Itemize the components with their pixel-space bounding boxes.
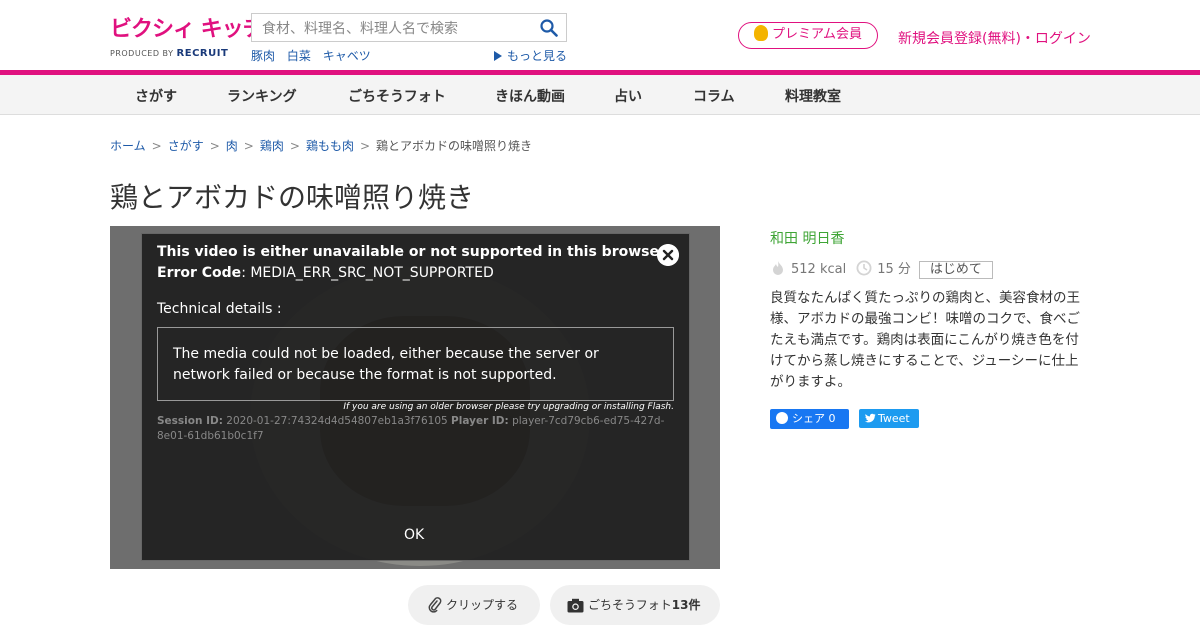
breadcrumb-home[interactable]: ホーム — [110, 139, 146, 153]
nav-item-fortune[interactable]: 占い — [614, 86, 642, 106]
more-label: もっと見る — [507, 49, 568, 63]
twitter-bird-icon — [865, 413, 876, 423]
logo-brand: RECRUIT — [176, 48, 229, 59]
play-triangle-icon — [494, 51, 502, 61]
photo-button[interactable]: ごちそうフォト13件 — [550, 585, 720, 625]
logo-sub: PRODUCED BY RECRUIT — [110, 48, 238, 59]
session-id: 2020-01-27:74324d4d54807eb1a3f76105 — [226, 415, 448, 427]
nav-item-ranking[interactable]: ランキング — [227, 86, 297, 106]
breadcrumb-meat[interactable]: 肉 — [226, 139, 238, 153]
cook-time: 15 分 — [877, 262, 911, 277]
logo-produced-by: PRODUCED BY — [110, 49, 174, 58]
breadcrumb-search[interactable]: さがす — [168, 139, 204, 153]
breadcrumb: ホーム > さがす > 肉 > 鶏肉 > 鶏もも肉 > 鶏とアボカドの味噌照り焼き — [110, 137, 532, 154]
nav-item-photo[interactable]: ごちそうフォト — [348, 86, 446, 106]
page-title: 鶏とアボカドの味噌照り焼き — [110, 181, 475, 214]
ok-button[interactable]: OK — [404, 527, 424, 543]
nav-item-cooking-class[interactable]: 料理教室 — [785, 86, 841, 106]
logo-text: ビクシィ キッチン — [110, 17, 286, 42]
photo-label: ごちそうフォト — [588, 598, 672, 612]
recipe-description: 良質なたんぱく質たっぷりの鶏肉と、美容食材の王様、アボカドの最強コンビ！味噌のコ… — [770, 290, 1080, 390]
medal-icon — [753, 25, 768, 41]
author-name[interactable]: 和田 明日香 — [770, 228, 844, 248]
site-logo[interactable]: ビクシィ キッチン PRODUCED BY RECRUIT — [110, 14, 286, 64]
technical-details-label: Technical details : — [157, 301, 282, 317]
search-box — [251, 13, 567, 42]
breadcrumb-separator: > — [243, 139, 254, 153]
session-info: Session ID: 2020-01-27:74324d4d54807eb1a… — [157, 414, 677, 444]
error-code: Error Code: MEDIA_ERR_SRC_NOT_SUPPORTED — [157, 265, 494, 281]
breadcrumb-current: 鶏とアボカドの味噌照り焼き — [376, 139, 533, 153]
flash-note: If you are using an older browser please… — [343, 402, 674, 412]
search-input[interactable] — [252, 14, 532, 41]
clip-button[interactable]: クリップする — [408, 585, 540, 625]
tweet-button[interactable]: Tweet — [859, 409, 919, 428]
paperclip-icon — [428, 597, 442, 613]
calories: 512 kcal — [791, 262, 847, 277]
flame-icon — [773, 261, 783, 275]
breadcrumb-separator: > — [359, 139, 371, 153]
recipe-meta: 512 kcal 15 分はじめて — [770, 258, 993, 279]
tag-link[interactable]: 白菜 — [287, 49, 311, 63]
breadcrumb-chicken-thigh[interactable]: 鶏もも肉 — [306, 139, 354, 153]
breadcrumb-separator: > — [289, 139, 300, 153]
search-icon[interactable] — [540, 19, 558, 37]
error-code-label: Error Code — [157, 265, 242, 281]
session-label: Session ID: — [157, 415, 223, 427]
video-error-dialog: This video is either unavailable or not … — [141, 233, 690, 561]
share-label: シェア — [792, 412, 825, 425]
photo-count: 13件 — [671, 598, 701, 612]
main-nav: さがす ランキング ごちそうフォト きほん動画 占い コラム 料理教室 — [0, 75, 1200, 115]
player-label: Player ID: — [451, 415, 509, 427]
tag-link[interactable]: 豚肉 — [251, 49, 275, 63]
more-tags-link[interactable]: もっと見る — [494, 47, 567, 64]
error-heading: This video is either unavailable or not … — [157, 244, 666, 260]
breadcrumb-separator: > — [151, 139, 162, 153]
site-header: ビクシィ キッチン PRODUCED BY RECRUIT 豚肉 白菜 キャベツ… — [0, 0, 1200, 70]
facebook-icon — [776, 412, 788, 424]
camera-icon — [567, 598, 584, 613]
share-count: 0 — [828, 412, 836, 425]
tweet-label: Tweet — [878, 412, 910, 425]
tag-link[interactable]: キャベツ — [323, 49, 371, 63]
clock-icon — [856, 260, 872, 276]
premium-button[interactable]: プレミアム会員 — [738, 22, 878, 49]
premium-label: プレミアム会員 — [771, 27, 863, 42]
close-icon[interactable] — [657, 244, 679, 266]
signup-login-link[interactable]: 新規会員登録(無料)・ログイン — [898, 28, 1091, 48]
popular-tags: 豚肉 白菜 キャベツ — [251, 47, 379, 64]
nav-item-search[interactable]: さがす — [135, 86, 177, 106]
error-message: The media could not be loaded, either be… — [157, 327, 674, 401]
level-badge: はじめて — [918, 261, 993, 279]
breadcrumb-chicken[interactable]: 鶏肉 — [260, 139, 284, 153]
video-player[interactable]: This video is either unavailable or not … — [110, 226, 720, 569]
breadcrumb-separator: > — [209, 139, 220, 153]
nav-item-basic-video[interactable]: きほん動画 — [495, 86, 565, 106]
facebook-share-button[interactable]: シェア 0 — [770, 409, 849, 429]
error-code-value: : MEDIA_ERR_SRC_NOT_SUPPORTED — [241, 265, 494, 281]
nav-item-column[interactable]: コラム — [693, 86, 735, 106]
clip-label: クリップする — [446, 598, 519, 612]
